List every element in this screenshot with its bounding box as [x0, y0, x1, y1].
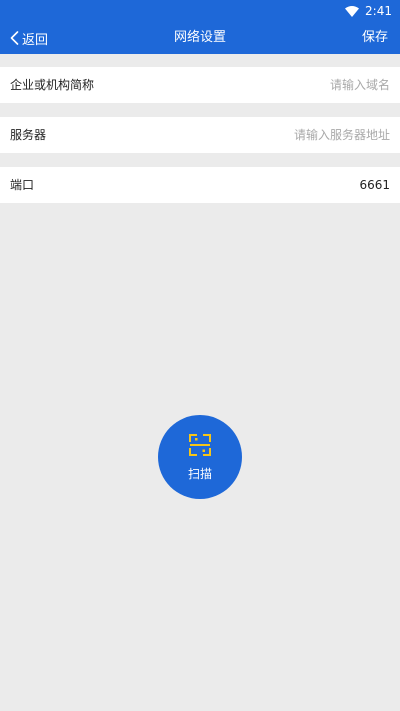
- scan-button[interactable]: 扫描: [158, 415, 242, 499]
- status-bar: 2:41: [0, 0, 400, 22]
- org-name-input[interactable]: [160, 71, 390, 99]
- wifi-icon: [345, 5, 360, 17]
- status-time: 2:41: [365, 4, 392, 18]
- org-name-row: 企业或机构简称: [0, 67, 400, 103]
- server-label: 服务器: [10, 128, 47, 142]
- status-indicators: 2:41: [345, 2, 392, 20]
- port-row: 端口: [0, 167, 400, 203]
- server-input[interactable]: [160, 121, 390, 149]
- page-title: 网络设置: [173, 30, 226, 45]
- scan-label: 扫描: [187, 467, 212, 481]
- server-row: 服务器: [0, 117, 400, 153]
- port-label: 端口: [10, 178, 35, 192]
- scan-qr-icon: [189, 434, 211, 456]
- network-settings-screen: 2:41 返回 网络设置 保存 企业或机构简称 服务器 端口: [0, 0, 400, 711]
- org-name-label: 企业或机构简称: [10, 78, 95, 92]
- app-bar: 返回 网络设置 保存: [0, 22, 400, 54]
- port-input[interactable]: [160, 171, 390, 199]
- save-button[interactable]: 保存: [362, 22, 388, 54]
